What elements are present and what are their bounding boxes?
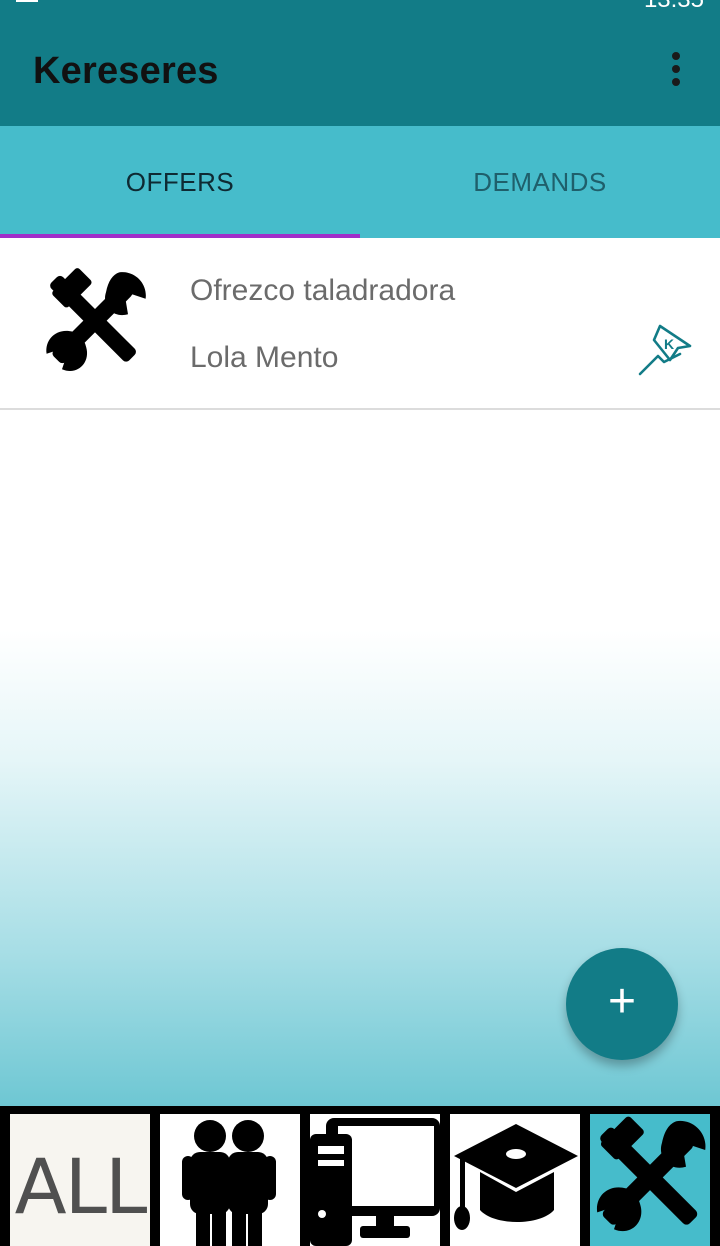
notification-icon <box>16 0 38 2</box>
tab-demands[interactable]: DEMANDS <box>360 126 720 238</box>
item-title: Ofrezco taladradora <box>190 274 456 307</box>
svg-text:K: K <box>664 336 674 352</box>
app-title: Kereseres <box>33 50 219 92</box>
status-time: 13:35 <box>644 0 704 12</box>
status-bar: 13:35 <box>0 0 720 12</box>
list-item[interactable]: Ofrezco taladradora Lola Mento K <box>0 238 720 410</box>
computer-icon <box>310 1118 440 1246</box>
tools-icon <box>46 268 146 371</box>
category-education[interactable] <box>450 1114 580 1246</box>
category-tools[interactable] <box>590 1114 710 1246</box>
pin-icon[interactable]: K <box>634 318 696 378</box>
all-icon: ALL <box>14 1142 148 1231</box>
item-author: Lola Mento <box>190 341 339 374</box>
more-vert-icon[interactable] <box>664 52 688 92</box>
category-computer[interactable] <box>310 1114 440 1246</box>
category-bar: ALL <box>0 1106 720 1246</box>
tab-offers[interactable]: OFFERS <box>0 126 360 238</box>
people-icon <box>182 1120 276 1246</box>
category-people[interactable] <box>160 1114 300 1246</box>
graduation-cap-icon <box>454 1124 578 1230</box>
tab-bar: OFFERS DEMANDS <box>0 126 720 238</box>
app-bar: Kereseres <box>0 12 720 126</box>
add-button[interactable]: + <box>566 948 678 1060</box>
category-all[interactable]: ALL <box>10 1114 150 1246</box>
tools-icon <box>596 1116 706 1232</box>
add-icon: + <box>607 975 637 1028</box>
